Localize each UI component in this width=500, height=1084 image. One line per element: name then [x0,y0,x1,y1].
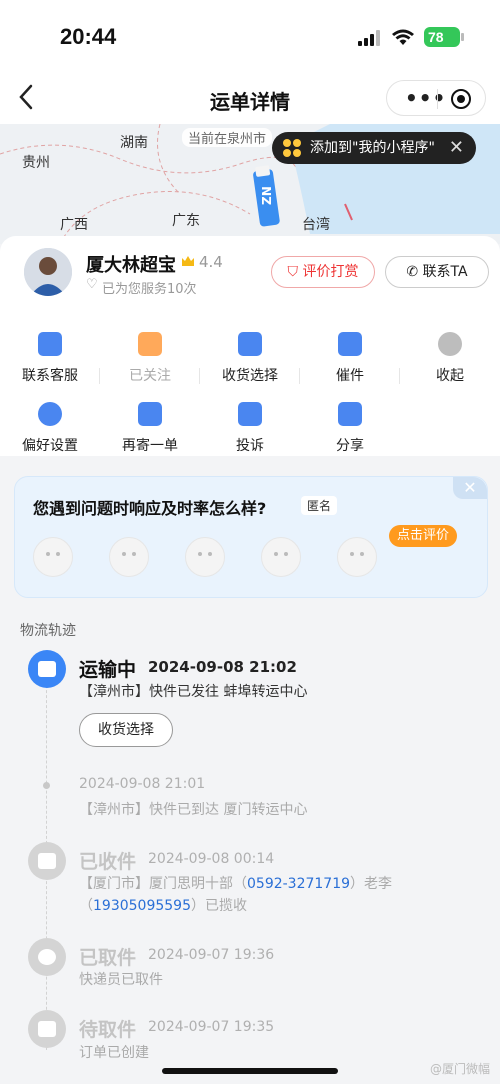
receive-choice-button[interactable]: 收货选择 [79,713,173,747]
map-label: 贵州 [22,155,50,171]
tracking-desc: 【漳州市】快件已到达 厦门转运中心 [79,802,308,818]
rating-face-sad[interactable] [109,537,149,577]
tracking-time: 2024-09-07 19:36 [148,947,275,963]
tracking-status: 待取件 [79,1019,137,1041]
tracking-desc: 【厦门市】厦门思明十部（0592-3271719）老李（19305095595）… [79,876,393,914]
phone-link[interactable]: 19305095595 [93,898,191,914]
tracking-status: 已取件 [79,947,137,969]
courier-card: 厦大林超宝 4.4 已为您服务10次 ⛉ 评价打赏 ✆ 联系TA [0,236,500,316]
watermark: @厦门微幅 [429,1062,490,1076]
miniprogram-capsule: ••• [386,80,486,116]
collapse-icon [438,332,462,356]
phone-link[interactable]: 0592-3271719 [247,876,350,892]
action-grid: 联系客服 已关注 收货选择 催件 收起 偏好设置 再寄一单 投诉 分享 [0,316,500,456]
feedback-question: 您遇到问题时响应及时率怎么样? [33,499,267,518]
phone-icon: ✆ [406,264,423,280]
status-bar: 20:44 78 [0,0,500,74]
anonymous-badge: 匿名 [301,496,338,515]
crown-icon [182,256,194,266]
rating-face-happy[interactable] [261,537,301,577]
more-icon[interactable]: ••• [405,88,446,108]
avatar[interactable] [24,248,72,296]
grid-icon [283,139,301,157]
action-receive-choice[interactable]: 收货选择 [200,332,300,385]
action-send-again[interactable]: 再寄一单 [100,402,200,455]
battery-indicator: 78 [424,27,464,47]
map-label: 台湾 [302,217,330,233]
action-share[interactable]: 分享 [300,402,400,455]
map-label: 广东 [172,213,200,229]
tracking-desc: 【漳州市】快件已发往 蚌埠转运中心 [79,684,308,700]
wifi-icon [392,29,414,45]
action-followed[interactable]: 已关注 [100,332,200,385]
person-icon [28,938,66,976]
gift-icon: ⛉ [287,264,303,280]
exit-miniprogram-icon[interactable] [451,89,471,109]
clock: 20:44 [60,24,117,49]
tracking-time: 2024-09-07 19:35 [148,1019,275,1035]
tracking-desc: 订单已创建 [79,1045,149,1061]
rate-now-button[interactable]: 点击评价 [389,525,458,547]
action-contact-service[interactable]: 联系客服 [0,332,100,385]
tracking-time: 2024-09-08 00:14 [148,851,275,867]
complaint-icon [238,402,262,426]
served-count: 已为您服务10次 [86,277,197,297]
rate-tip-button[interactable]: ⛉ 评价打赏 [271,256,375,288]
heart-check-icon [138,332,162,356]
tracking-time: 2024-09-08 21:01 [79,776,206,792]
add-to-miniprogram-popup[interactable]: 添加到"我的小程序" ✕ [272,132,476,164]
tracking-time: 2024-09-08 21:02 [148,658,297,676]
action-complaint[interactable]: 投诉 [200,402,300,455]
courier-rating: 4.4 [199,253,223,271]
courier-location-marker: ZN [253,165,280,227]
rating-face-angry[interactable] [33,537,73,577]
nav-bar: 运单详情 ••• [0,74,500,124]
popup-text: 添加到"我的小程序" [310,140,435,156]
settings-icon [38,402,62,426]
action-preferences[interactable]: 偏好设置 [0,402,100,455]
tracking-section-title: 物流轨迹 [20,623,76,639]
svg-text:ZN: ZN [260,186,274,205]
contact-courier-button[interactable]: ✆ 联系TA [385,256,489,288]
close-icon[interactable]: ✕ [453,477,487,499]
action-urge[interactable]: 催件 [300,332,400,385]
tracking-desc: 快递员已取件 [79,972,163,988]
home-indicator [162,1068,338,1074]
courier-name: 厦大林超宝 [86,255,176,276]
share-icon [338,402,362,426]
rating-face-delighted[interactable] [337,537,377,577]
checkbox-icon [238,332,262,356]
tracking-status: 运输中 [79,659,137,681]
package-icon [138,402,162,426]
id-card-icon [28,842,66,880]
parcel-icon [28,1010,66,1048]
timeline-dot [43,782,50,789]
megaphone-icon [338,332,362,356]
rating-face-neutral[interactable] [185,537,225,577]
chat-icon [38,332,62,356]
tracking-status: 已收件 [79,851,137,873]
current-location-label: 当前在泉州市 [182,128,273,147]
map-label: 湖南 [120,135,148,151]
close-icon[interactable]: ✕ [449,132,464,164]
map-label: 广西 [60,217,88,233]
truck-icon [28,650,66,688]
action-collapse[interactable]: 收起 [400,332,500,385]
feedback-card: 您遇到问题时响应及时率怎么样? 匿名 ✕ 点击评价 [14,476,488,598]
signal-icon [358,30,380,46]
